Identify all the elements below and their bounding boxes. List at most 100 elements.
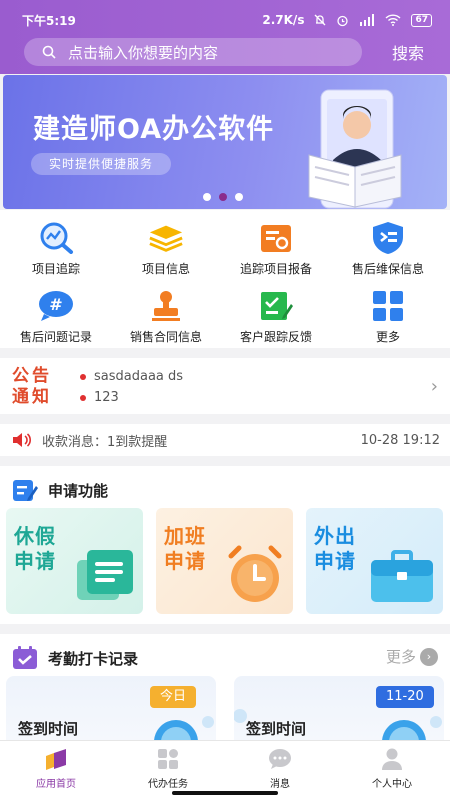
tab-profile[interactable]: 个人中心: [336, 747, 448, 790]
tab-messages[interactable]: 消息: [224, 747, 336, 790]
message-bar[interactable]: 收款消息：1到款提醒 10-28 19:12: [0, 424, 450, 456]
card-line: 申请: [14, 549, 56, 573]
mute-bell-icon: [315, 14, 326, 26]
clock-illustration-icon: [154, 716, 214, 740]
card-line: 申请: [164, 549, 206, 573]
signal-icon: [360, 14, 375, 26]
banner-pagination: [203, 193, 243, 201]
chevron-right-icon[interactable]: ›: [431, 376, 438, 397]
grid-item-aftersale-issues[interactable]: # 售后问题记录: [0, 290, 112, 345]
alarm-clock-icon: [228, 545, 282, 602]
search-placeholder: 点击输入你想要的内容: [68, 43, 219, 62]
grid-item-tracking-report[interactable]: 追踪项目报备: [220, 222, 332, 277]
apply-header: 申请功能: [12, 478, 108, 502]
attendance-card-date[interactable]: 11-20 签到时间: [234, 676, 444, 740]
card-line: 加班: [164, 524, 206, 548]
tab-label: 应用首页: [36, 779, 76, 790]
tasks-icon: [158, 749, 178, 769]
search-icon: [42, 45, 56, 59]
grid-label: 客户跟踪反馈: [239, 330, 312, 344]
attendance-more-button[interactable]: 更多 ›: [386, 646, 438, 667]
grid-label: 项目信息: [141, 262, 190, 276]
chat-bubble-icon: [269, 749, 291, 769]
speaker-icon: [13, 433, 32, 447]
grid-item-customer-feedback[interactable]: 客户跟踪反馈: [220, 290, 332, 345]
wifi-icon: [385, 14, 401, 26]
grid-label: 追踪项目报备: [239, 262, 312, 276]
grid-item-sales-contract[interactable]: 销售合同信息: [110, 290, 222, 345]
bubble-decoration-icon: [234, 709, 247, 723]
apply-edit-icon: [13, 480, 38, 501]
edit-form-icon: [261, 292, 293, 320]
hash-chat-icon: #: [39, 291, 73, 321]
grid-item-maintenance-info[interactable]: 售后维保信息: [332, 222, 444, 277]
reading-person-illustration: [308, 89, 402, 209]
home-indicator[interactable]: [172, 791, 278, 795]
outing-request-label: 外出 申请: [314, 524, 356, 574]
tab-label: 消息: [270, 779, 290, 790]
chevron-right-icon: ›: [420, 647, 438, 666]
alarm-icon: [337, 15, 349, 26]
search-button[interactable]: 搜索: [392, 40, 424, 64]
tab-tasks[interactable]: 代办任务: [112, 747, 224, 790]
overtime-request-label: 加班 申请: [164, 524, 206, 574]
grid-label: 销售合同信息: [129, 330, 202, 344]
checkin-label: 签到时间: [18, 720, 79, 738]
attendance-header: 考勤打卡记录: [12, 646, 138, 670]
status-time: 下午5:19: [22, 13, 76, 28]
chart-magnifier-icon: [40, 222, 73, 254]
banner-dot[interactable]: [203, 193, 211, 201]
card-line: 外出: [314, 524, 356, 548]
promo-banner[interactable]: 建造师OA办公软件 实时提供便捷服务: [3, 75, 447, 209]
attendance-section: 考勤打卡记录 更多 › 今日 签到时间 11-20 签到时间: [0, 634, 450, 740]
briefcase-icon: [371, 550, 433, 602]
network-speed: 2.7K/s: [262, 13, 305, 27]
apply-section: 申请功能 休假 申请 加班 申请 外出 申请: [0, 466, 450, 624]
shield-tool-icon: [373, 222, 403, 254]
announcement-item[interactable]: sasdadaaa ds: [80, 366, 183, 387]
search-input[interactable]: 点击输入你想要的内容: [24, 38, 362, 66]
grid-item-project-info[interactable]: 项目信息: [110, 222, 222, 277]
card-line: 休假: [14, 524, 56, 548]
banner-dot[interactable]: [235, 193, 243, 201]
layers-icon: [149, 225, 183, 252]
battery-icon: 67: [411, 13, 432, 27]
grid-label: 售后维保信息: [351, 262, 424, 276]
grid-more-icon: [373, 291, 403, 321]
outing-request-card[interactable]: 外出 申请: [306, 508, 443, 614]
checkin-label: 签到时间: [246, 720, 307, 738]
message-text: 收款消息：1到款提醒: [42, 434, 168, 450]
date-badge: 11-20: [376, 686, 434, 708]
overtime-request-card[interactable]: 加班 申请: [156, 508, 293, 614]
tab-label: 个人中心: [372, 779, 412, 790]
document-icon: [77, 550, 133, 600]
grid-label: 项目追踪: [31, 262, 80, 276]
more-label: 更多: [385, 648, 416, 666]
leave-request-label: 休假 申请: [14, 524, 56, 574]
person-icon: [382, 748, 402, 770]
clock-illustration-icon: [382, 716, 442, 740]
grid-item-project-tracking[interactable]: 项目追踪: [0, 222, 112, 277]
grid-label: 更多: [375, 330, 400, 344]
tab-label: 代办任务: [148, 779, 188, 790]
calendar-check-icon: [13, 646, 37, 669]
banner-dot-active[interactable]: [219, 193, 227, 201]
announcement-tag-line2: 通知: [12, 387, 52, 407]
banner-subtitle: 实时提供便捷服务: [31, 153, 171, 175]
announcement-panel[interactable]: 公告 通知 sasdadaaa ds 123 ›: [0, 358, 450, 414]
grid-label: 售后问题记录: [19, 330, 92, 344]
attendance-card-today[interactable]: 今日 签到时间: [6, 676, 216, 740]
grid-item-more[interactable]: 更多: [332, 290, 444, 345]
announcement-list: sasdadaaa ds 123: [80, 366, 183, 408]
status-bar: 下午5:19 2.7K/s 67: [22, 10, 432, 30]
announcement-item[interactable]: 123: [80, 387, 183, 408]
app-home-icon: [46, 749, 66, 770]
apply-title: 申请功能: [48, 481, 109, 500]
announcement-tag-line1: 公告: [12, 366, 52, 386]
leave-request-card[interactable]: 休假 申请: [6, 508, 143, 614]
tab-home[interactable]: 应用首页: [0, 747, 112, 790]
announcement-tag: 公告 通知: [12, 366, 52, 408]
banner-title: 建造师OA办公软件: [33, 114, 275, 145]
message-time: 10-28 19:12: [360, 432, 440, 448]
stamp-icon: [152, 291, 180, 321]
